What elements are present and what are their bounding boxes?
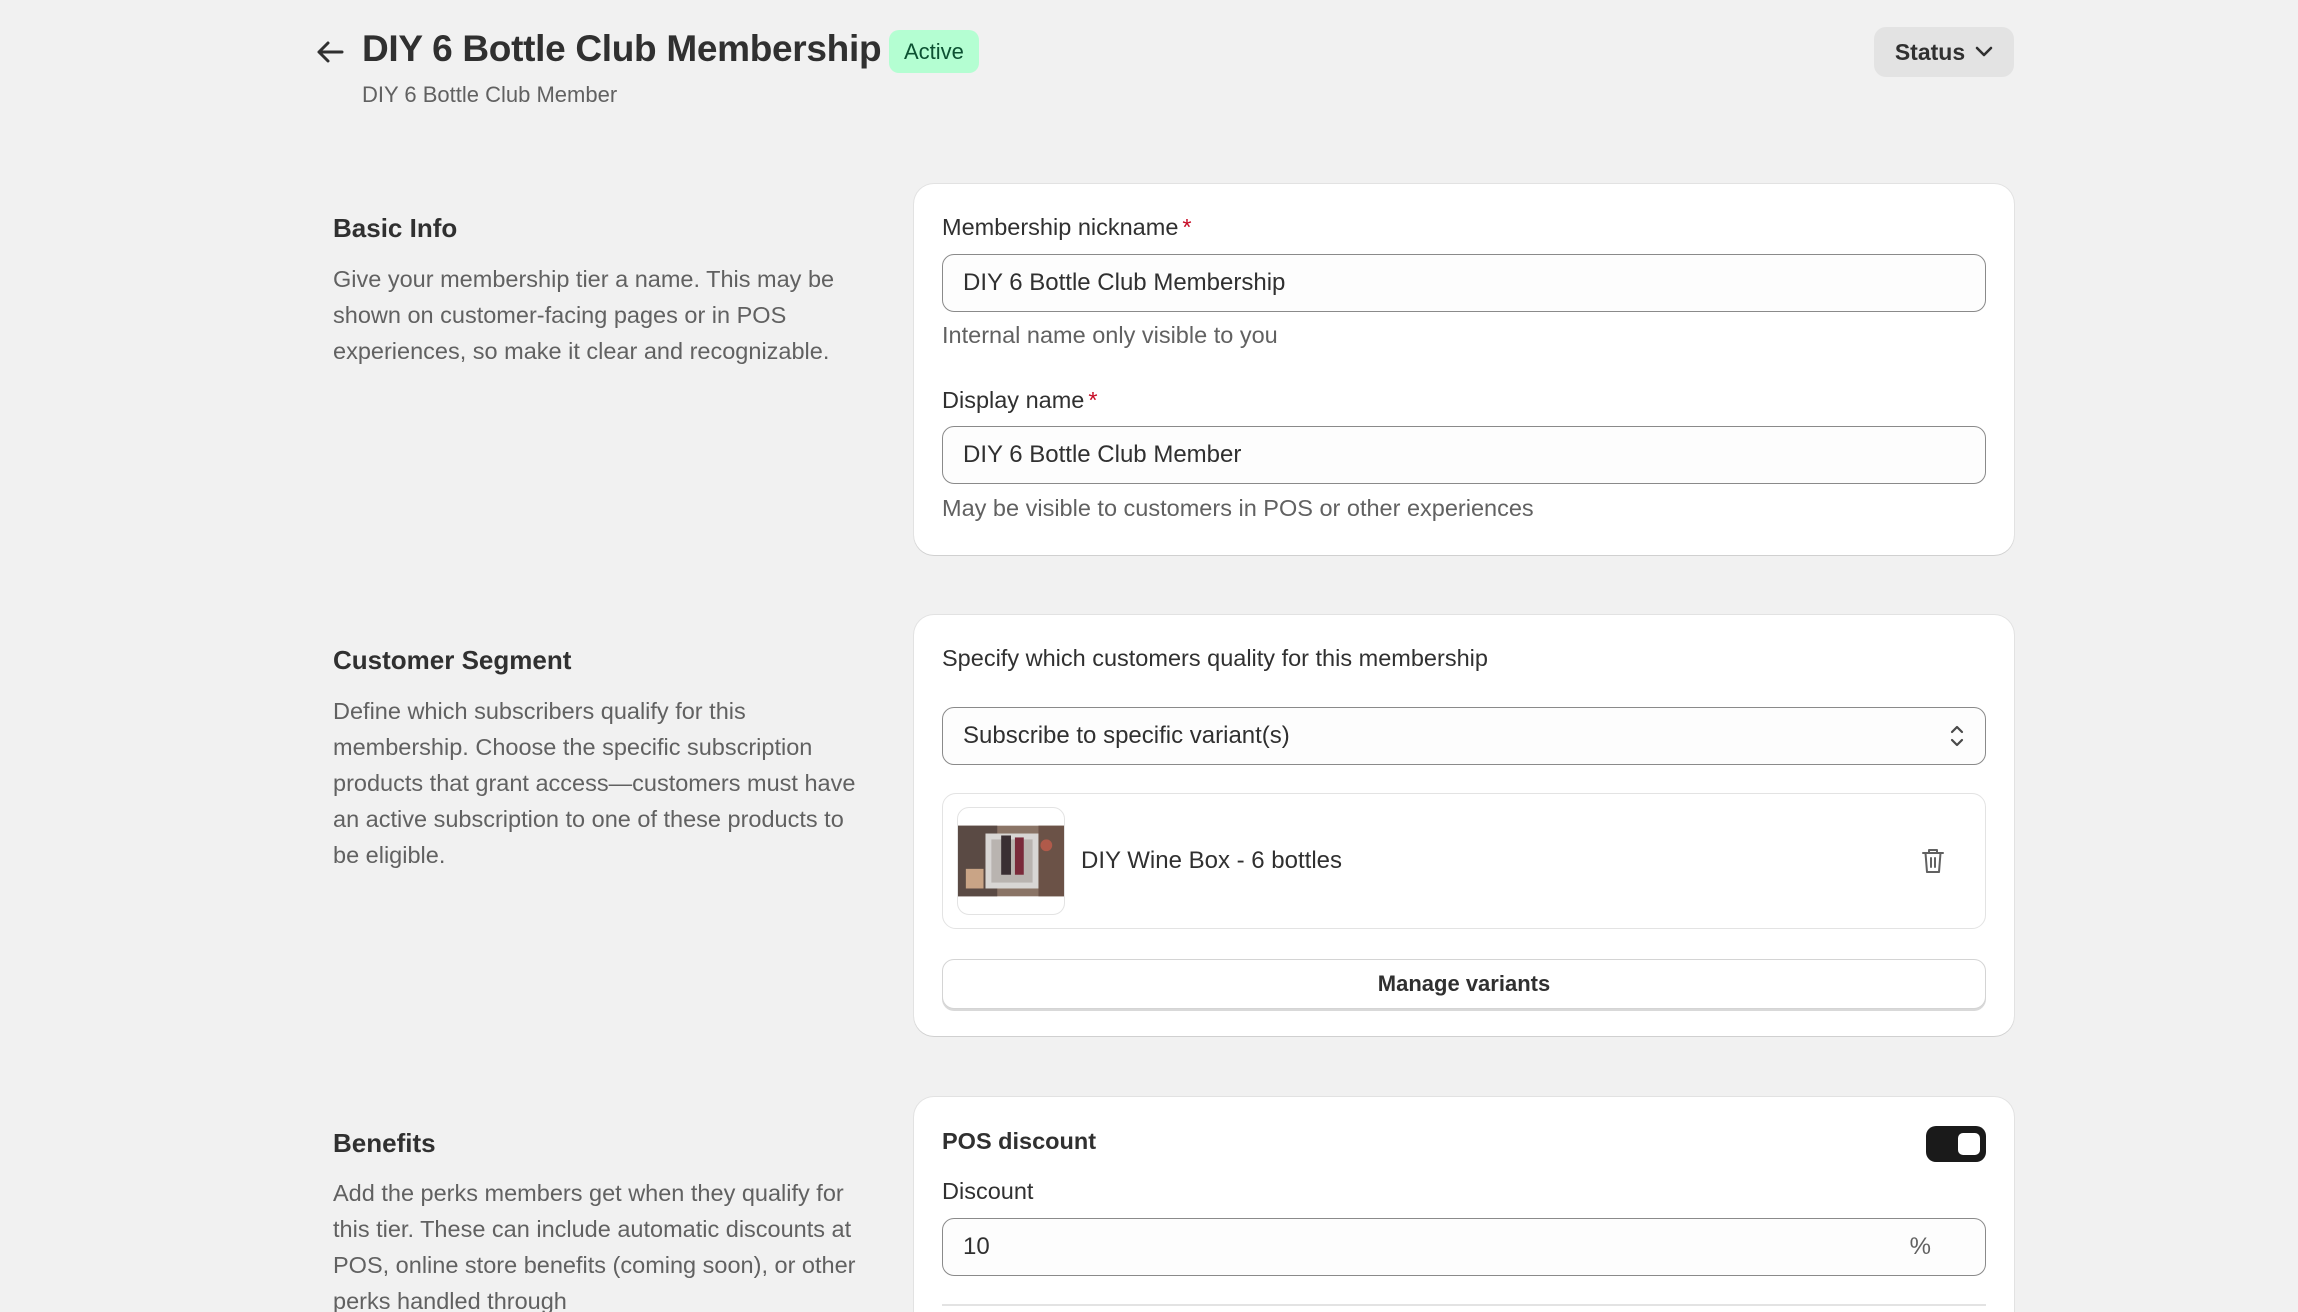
- nickname-label: Membership nickname *: [942, 214, 1986, 241]
- required-marker: *: [1088, 387, 1098, 413]
- page: DIY 6 Bottle Club Membership Active DIY …: [0, 0, 2298, 1312]
- status-badge: Active: [889, 30, 979, 73]
- segment-select[interactable]: Subscribe to specific variant(s): [942, 707, 1986, 765]
- product-thumbnail: [957, 807, 1065, 915]
- page-subtitle: DIY 6 Bottle Club Member: [362, 82, 618, 107]
- customer-segment-card: Specify which customers quality for this…: [914, 615, 2014, 1036]
- basic-info-title: Basic Info: [333, 213, 458, 243]
- toggle-knob: [1958, 1133, 1980, 1155]
- segment-select-value: Subscribe to specific variant(s): [963, 722, 1290, 749]
- nickname-input[interactable]: DIY 6 Bottle Club Membership: [942, 254, 1986, 312]
- segment-prompt: Specify which customers quality for this…: [942, 645, 1488, 671]
- percent-suffix: %: [1909, 1233, 1931, 1260]
- display-name-help-text: May be visible to customers in POS or ot…: [942, 495, 1534, 521]
- status-button-label: Status: [1894, 38, 1966, 65]
- wine-box-image: [958, 825, 1064, 897]
- customer-segment-title: Customer Segment: [333, 645, 572, 675]
- discount-input[interactable]: 10 %: [942, 1218, 1986, 1276]
- discount-input-value: 10: [963, 1233, 990, 1260]
- divider: [942, 1304, 1986, 1306]
- variant-name: DIY Wine Box - 6 bottles: [1081, 847, 1342, 874]
- delete-variant-button[interactable]: [1915, 843, 1951, 879]
- back-button[interactable]: [310, 34, 350, 70]
- select-chevrons-icon: [1950, 725, 1964, 747]
- status-dropdown-button[interactable]: Status: [1874, 27, 2014, 77]
- basic-info-description: Give your membership tier a name. This m…: [333, 266, 835, 364]
- required-marker: *: [1182, 214, 1192, 240]
- pos-discount-toggle[interactable]: [1926, 1126, 1986, 1162]
- benefits-card: POS discount Discount 10 %: [914, 1097, 2014, 1312]
- chevron-down-icon: [1975, 46, 1993, 57]
- display-name-input-value: DIY 6 Bottle Club Member: [963, 441, 1242, 468]
- discount-label: Discount: [942, 1178, 1034, 1204]
- variant-item: DIY Wine Box - 6 bottles: [942, 793, 1986, 929]
- trash-icon: [1922, 849, 1944, 873]
- display-name-label: Display name *: [942, 387, 1986, 414]
- display-name-label-text: Display name: [942, 387, 1085, 413]
- display-name-input[interactable]: DIY 6 Bottle Club Member: [942, 426, 1986, 484]
- manage-variants-label: Manage variants: [1377, 971, 1551, 996]
- arrow-left-icon: [317, 41, 344, 63]
- nickname-label-text: Membership nickname: [942, 214, 1179, 240]
- basic-info-card: Membership nickname * DIY 6 Bottle Club M…: [914, 184, 2014, 555]
- benefits-description: Add the perks members get when they qual…: [333, 1180, 856, 1312]
- pos-discount-label: POS discount: [942, 1128, 1097, 1154]
- manage-variants-button[interactable]: Manage variants: [942, 959, 1986, 1009]
- customer-segment-description: Define which subscribers qualify for thi…: [333, 698, 856, 868]
- nickname-input-value: DIY 6 Bottle Club Membership: [963, 269, 1286, 296]
- page-title: DIY 6 Bottle Club Membership: [362, 28, 882, 69]
- nickname-help-text: Internal name only visible to you: [942, 322, 1278, 348]
- benefits-title: Benefits: [333, 1128, 436, 1158]
